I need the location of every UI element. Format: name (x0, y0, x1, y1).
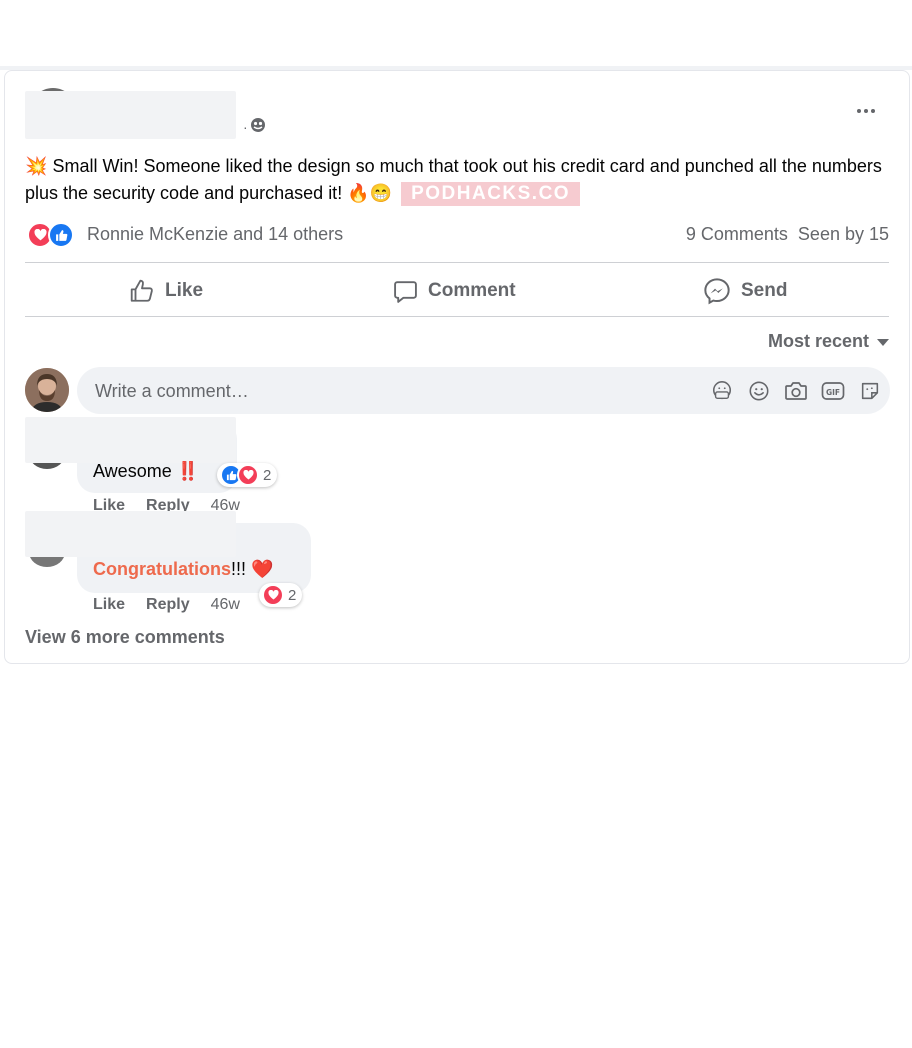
comment-time[interactable]: 46w (211, 596, 240, 614)
globe-icon[interactable] (250, 117, 266, 136)
commenter-name-redacted (25, 417, 236, 463)
comments-count[interactable]: 9 Comments (686, 224, 788, 245)
love-reaction-icon (237, 464, 259, 486)
comment-like-link[interactable]: Like (93, 596, 125, 614)
svg-text:GIF: GIF (826, 388, 840, 397)
meta-separator: · (243, 118, 248, 135)
reaction-names[interactable]: Ronnie McKenzie and 14 others (87, 224, 343, 245)
comment-action-button[interactable]: Comment (393, 271, 516, 311)
sort-label: Most recent (767, 331, 869, 351)
more-options-icon[interactable] (851, 97, 881, 125)
comment-text: Awesome ‼️ (93, 461, 199, 482)
comment-reactions[interactable]: 2 (217, 463, 278, 487)
sticker-avatar-icon[interactable] (710, 379, 734, 403)
caret-down-icon (877, 339, 889, 346)
reaction-count: 2 (288, 586, 297, 604)
like-label: Like (165, 280, 204, 301)
comment-text: Congratulations!!! ❤️ (93, 559, 273, 580)
watermark: PODHACKS.CO (401, 182, 581, 207)
composer-icons: GIF (710, 367, 882, 414)
commenter-name-redacted (25, 511, 236, 557)
sort-dropdown[interactable]: Most recent (768, 331, 889, 352)
like-action-button[interactable]: Like (129, 271, 203, 311)
comment-body: !!! (231, 559, 247, 579)
grin-emoji: 😁 (369, 183, 393, 203)
post-counts: 9 Comments Seen by 15 (686, 224, 889, 245)
comment-composer: GIF (77, 367, 890, 416)
comment-reactions[interactable]: 2 (259, 583, 303, 607)
heart-emoji: ❤️ (251, 559, 274, 579)
post-text: 💥 Small Win! Someone liked the design so… (25, 153, 895, 207)
comment-body: Awesome (93, 461, 172, 481)
send-action-button[interactable]: Send (703, 271, 787, 311)
send-label: Send (741, 280, 788, 301)
comment-reply-link[interactable]: Reply (146, 596, 190, 614)
divider-top (25, 262, 889, 263)
sticker-icon[interactable] (858, 379, 882, 403)
author-name-redacted (25, 91, 236, 139)
emoji-icon[interactable] (747, 379, 771, 403)
comment-label: Comment (428, 280, 516, 301)
thumbs-up-icon (130, 279, 153, 302)
seen-by[interactable]: Seen by 15 (798, 224, 889, 245)
fire-emoji: 🔥 (347, 183, 370, 203)
like-reaction-icon (48, 222, 74, 248)
comment-highlight: Congratulations (93, 559, 231, 579)
double-exclamation-emoji: ‼️ (176, 461, 200, 481)
post-card: · 💥 Small Win! Someone liked the design … (4, 70, 910, 664)
comment-actions: Like Reply 46w (93, 596, 240, 614)
divider-bottom (25, 316, 889, 317)
my-avatar[interactable] (25, 368, 69, 412)
messenger-icon (704, 278, 730, 305)
comment-icon (394, 280, 417, 303)
post-meta: · (243, 117, 266, 136)
reaction-icons[interactable] (27, 222, 74, 248)
reaction-count: 2 (263, 466, 272, 484)
burst-emoji: 💥 (25, 156, 48, 176)
view-more-comments-link[interactable]: View 6 more comments (25, 627, 225, 648)
love-reaction-icon (262, 584, 284, 606)
camera-icon[interactable] (784, 379, 808, 403)
gif-icon[interactable]: GIF (821, 379, 845, 403)
comment-input[interactable] (93, 367, 657, 416)
